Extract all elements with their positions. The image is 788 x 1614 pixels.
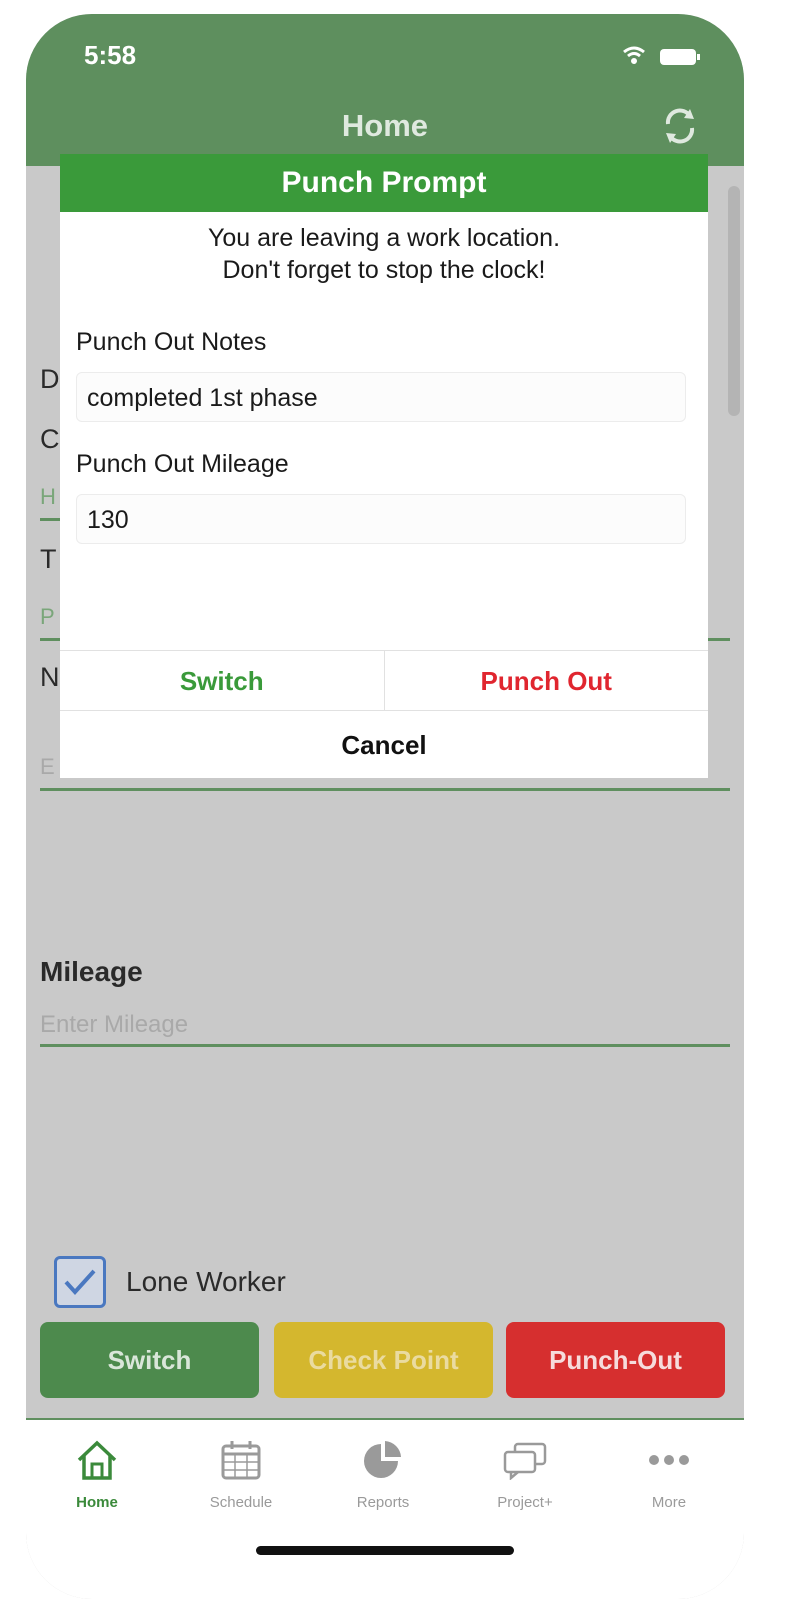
divider xyxy=(40,518,60,521)
tab-reports[interactable]: Reports xyxy=(318,1434,448,1511)
more-dots-icon xyxy=(649,1455,689,1465)
lone-worker-label: Lone Worker xyxy=(126,1266,286,1297)
tab-label: Schedule xyxy=(209,1494,273,1511)
home-icon xyxy=(77,1440,117,1480)
punch-out-button[interactable]: Punch-Out xyxy=(506,1322,725,1398)
partial-value: P xyxy=(40,604,55,629)
partial-value: E xyxy=(40,754,55,779)
scroll-thumb xyxy=(728,186,740,416)
partial-label: D xyxy=(40,364,60,394)
checkmark-icon xyxy=(64,1269,96,1295)
pie-chart-icon xyxy=(364,1441,401,1478)
switch-button[interactable]: Switch xyxy=(40,1322,259,1398)
tab-schedule[interactable]: Schedule xyxy=(176,1434,306,1511)
partial-value: H xyxy=(40,484,56,509)
dialog-message-line: Don't forget to stop the clock! xyxy=(222,256,546,284)
mileage-input[interactable]: Enter Mileage xyxy=(40,1011,188,1039)
dialog-actions: Switch Punch Out xyxy=(60,650,708,711)
divider xyxy=(40,1044,730,1047)
punch-out-notes-label: Punch Out Notes xyxy=(76,328,267,356)
tab-home[interactable]: Home xyxy=(32,1434,162,1511)
mileage-label: Mileage xyxy=(40,956,143,987)
check-point-button[interactable]: Check Point xyxy=(274,1322,493,1398)
chat-bubbles-icon xyxy=(503,1442,547,1480)
calendar-icon xyxy=(221,1441,261,1480)
punch-prompt-dialog: Punch Prompt You are leaving a work loca… xyxy=(60,154,708,778)
tab-label: Reports xyxy=(356,1494,410,1511)
tab-label: More xyxy=(651,1494,687,1511)
punch-out-mileage-field[interactable]: 130 xyxy=(76,494,686,544)
punch-out-mileage-label: Punch Out Mileage xyxy=(76,450,289,478)
lone-worker-row[interactable]: Lone Worker xyxy=(54,1256,286,1308)
phone-screen: 5:58 Home D C H T P N E Mileage Enter Mi… xyxy=(26,14,744,1599)
status-time: 5:58 xyxy=(84,40,137,70)
wifi-battery-icon xyxy=(623,46,700,65)
tab-label: Project+ xyxy=(497,1494,553,1511)
tab-label: Home xyxy=(76,1494,118,1511)
dialog-punch-out-button[interactable]: Punch Out xyxy=(385,651,709,711)
partial-label: T xyxy=(40,544,57,574)
nav-bar: 5:58 Home xyxy=(26,14,744,166)
lone-worker-checkbox[interactable] xyxy=(54,1256,106,1308)
punch-out-notes-field[interactable]: completed 1st phase xyxy=(76,372,686,422)
status-icons xyxy=(594,44,704,74)
tab-project-plus[interactable]: Project+ xyxy=(460,1434,590,1511)
refresh-icon[interactable] xyxy=(660,106,700,146)
dialog-message: You are leaving a work location. Don't f… xyxy=(60,222,708,286)
tab-more[interactable]: More xyxy=(604,1434,734,1511)
dialog-cancel-button[interactable]: Cancel xyxy=(60,710,708,779)
divider xyxy=(40,788,730,791)
tab-bar: Home Schedule Reports Project+ More xyxy=(26,1418,744,1599)
dialog-title: Punch Prompt xyxy=(60,154,708,212)
partial-label: C xyxy=(40,424,60,454)
home-indicator xyxy=(256,1546,514,1555)
dialog-message-line: You are leaving a work location. xyxy=(207,224,561,252)
page-title: Home xyxy=(341,108,429,143)
partial-label: N xyxy=(40,662,60,692)
dialog-switch-button[interactable]: Switch xyxy=(60,651,385,711)
